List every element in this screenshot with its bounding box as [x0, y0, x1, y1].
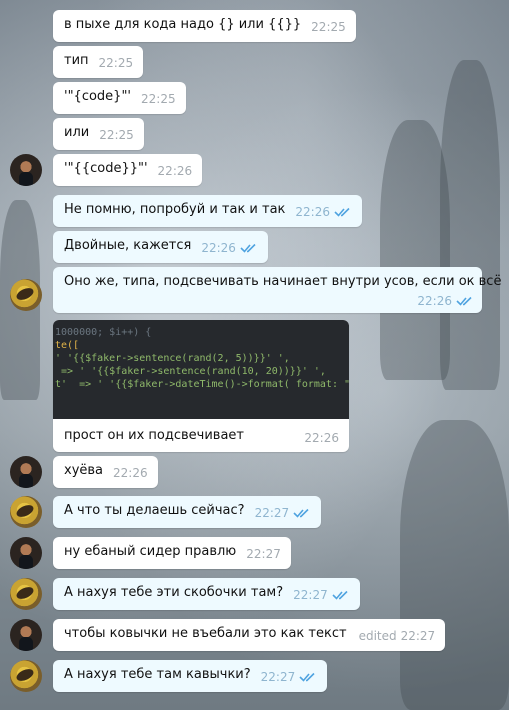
code-screenshot-image[interactable]: 1000000; $i++) { te([ ' '{{$faker->sente…	[53, 320, 349, 419]
message-bubble[interactable]: Двойные, кажется 22:26	[53, 231, 268, 263]
message-bubble[interactable]: А что ты делаешь сейчас? 22:27	[53, 496, 322, 528]
message-bubble[interactable]: тип 22:25	[53, 46, 144, 78]
code-line: t' => ' '{{$faker->dateTime()->format( f…	[55, 379, 349, 390]
message-bubble[interactable]: Не помню, попробуй и так и так 22:26	[53, 195, 362, 227]
message-bubble[interactable]: А нахуя тебе эти скобочки там? 22:27	[53, 578, 360, 610]
message-text: '"{{code}}"'	[64, 161, 148, 176]
message-bubble[interactable]: А нахуя тебе там кавычки? 22:27	[53, 660, 328, 692]
message-text: Оно же, типа, подсвечивать начинает внут…	[64, 274, 502, 289]
code-line: 1000000; $i++) {	[55, 327, 152, 338]
background-tree	[400, 420, 509, 710]
double-check-icon	[240, 243, 256, 253]
message-time: 22:26	[417, 294, 452, 308]
message-time: 22:26	[304, 431, 339, 445]
avatar[interactable]	[10, 496, 42, 528]
code-line: => ' '{{$faker->sentence(rand(10, 20))}}…	[55, 366, 326, 377]
message-time: 22:25	[311, 20, 346, 34]
code-line: ' '{{$faker->sentence(rand(2, 5))}}' ',	[55, 353, 290, 364]
double-check-icon	[293, 508, 309, 518]
avatar[interactable]	[10, 537, 42, 569]
message-text: тип	[64, 53, 89, 68]
avatar[interactable]	[10, 660, 42, 692]
edited-label: edited	[358, 629, 397, 643]
message-time: 22:26	[201, 241, 236, 255]
double-check-icon	[299, 672, 315, 682]
message-bubble[interactable]: Оно же, типа, подсвечивать начинает внут…	[53, 267, 501, 313]
message-bubble[interactable]: '"{code}"' 22:25	[53, 82, 186, 114]
message-text: хуёва	[64, 463, 104, 478]
double-check-icon	[456, 296, 472, 306]
avatar[interactable]	[10, 279, 42, 311]
message-time: 22:27	[260, 670, 296, 684]
avatar[interactable]	[10, 456, 42, 488]
message-text: в пыхе для кода надо {} или {{}}	[64, 17, 302, 32]
code-line: te([	[55, 340, 80, 351]
message-time: 22:25	[141, 92, 176, 106]
message-text: А что ты делаешь сейчас?	[64, 503, 245, 518]
message-time: 22:27	[293, 588, 328, 602]
message-time: 22:27	[254, 506, 290, 520]
message-time: 22:26	[295, 205, 330, 219]
message-bubble[interactable]: ну ебаный сидер правлю 22:27	[53, 537, 291, 569]
message-bubble[interactable]: или 22:25	[53, 118, 144, 150]
double-check-icon	[332, 590, 348, 600]
avatar[interactable]	[10, 578, 42, 610]
message-time: 22:26	[113, 466, 148, 480]
message-time: 22:27	[400, 629, 436, 643]
message-text: чтобы ковычки не въебали это как текст	[64, 626, 347, 641]
message-time: 22:27	[246, 547, 281, 561]
image-caption: прост он их подсвечивает	[64, 428, 244, 443]
message-bubble[interactable]: хуёва 22:26	[53, 456, 158, 488]
message-text: А нахуя тебе там кавычки?	[64, 667, 251, 682]
message-time: 22:25	[98, 56, 134, 70]
message-bubble[interactable]: в пыхе для кода надо {} или {{}} 22:25	[53, 10, 356, 42]
avatar[interactable]	[10, 619, 42, 651]
message-text: или	[64, 125, 90, 140]
message-text: ну ебаный сидер правлю	[64, 544, 237, 559]
image-message[interactable]: 1000000; $i++) { te([ ' '{{$faker->sente…	[53, 320, 349, 452]
double-check-icon	[334, 207, 350, 217]
message-time: 22:25	[99, 128, 134, 142]
message-time: 22:26	[157, 164, 193, 178]
message-bubble[interactable]: чтобы ковычки не въебали это как текст ed…	[53, 619, 446, 651]
message-text: А нахуя тебе эти скобочки там?	[64, 585, 284, 600]
message-bubble[interactable]: '"{{code}}"' 22:26	[53, 154, 203, 186]
message-text: Двойные, кажется	[64, 238, 192, 253]
message-text: '"{code}"'	[64, 89, 131, 104]
avatar[interactable]	[10, 154, 42, 186]
background-tree	[440, 60, 500, 390]
message-text: Не помню, попробуй и так и так	[64, 202, 286, 217]
